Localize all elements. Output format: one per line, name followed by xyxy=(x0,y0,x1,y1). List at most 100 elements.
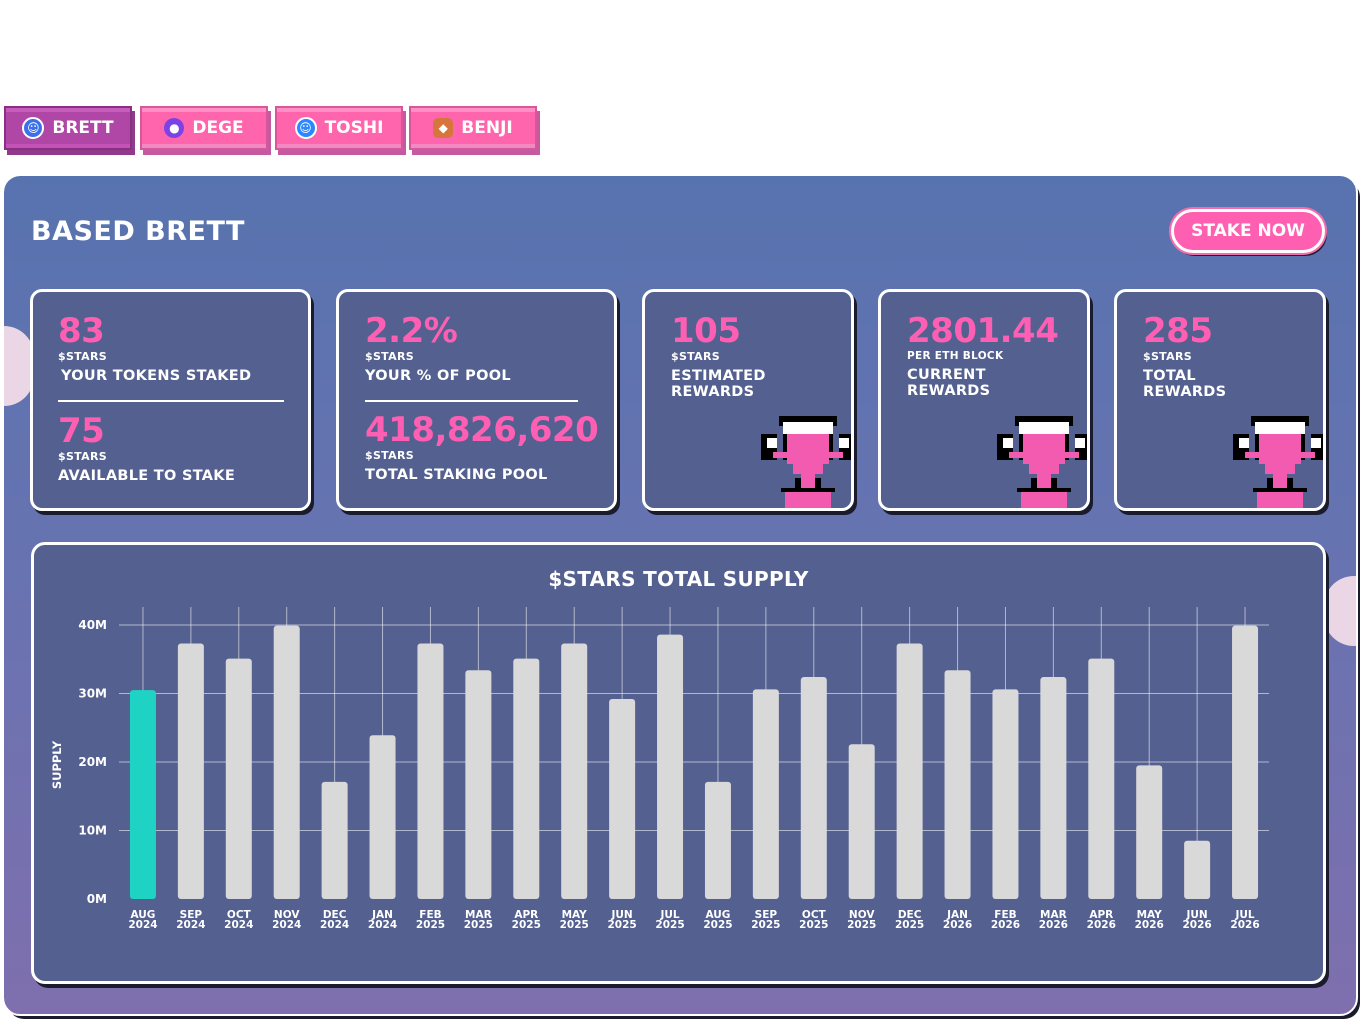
x-tick-label: 2025 xyxy=(847,919,876,931)
chart-bar xyxy=(225,658,252,899)
chart-bar xyxy=(848,744,875,899)
stake-now-button[interactable]: STAKE NOW xyxy=(1171,209,1325,253)
current-rewards-label-1: CURRENT xyxy=(907,367,986,383)
total-rewards-value: 285 xyxy=(1143,311,1213,351)
dege-token-icon: ● xyxy=(164,118,185,138)
y-tick-label: 10M xyxy=(78,824,107,838)
y-tick-label: 30M xyxy=(78,687,107,701)
chart-bar xyxy=(896,643,923,899)
chart-bar xyxy=(800,677,827,899)
x-tick-label: 2025 xyxy=(895,919,924,931)
benji-token-icon: ◆ xyxy=(433,118,454,138)
estimated-rewards-value: 105 xyxy=(671,311,741,351)
chart-bar xyxy=(992,689,1019,899)
chart-bar xyxy=(752,689,779,899)
tokens-staked-unit: $STARS xyxy=(58,350,107,363)
chart-bar xyxy=(944,670,971,899)
chart-bar xyxy=(1136,765,1163,899)
total-rewards-card: 285 $STARS TOTAL REWARDS xyxy=(1114,289,1326,511)
current-rewards-unit: PER ETH BLOCK xyxy=(907,350,1004,362)
chart-bar xyxy=(609,698,636,899)
pool-total-label: TOTAL STAKING POOL xyxy=(365,467,548,483)
x-tick-label: 2025 xyxy=(608,919,637,931)
x-tick-label: 2024 xyxy=(320,919,349,931)
y-tick-label: 20M xyxy=(78,755,107,769)
tab-toshi[interactable]: ☺ TOSHI xyxy=(275,106,403,150)
x-tick-label: 2025 xyxy=(799,919,828,931)
x-tick-label: 2025 xyxy=(703,919,732,931)
available-label: AVAILABLE TO STAKE xyxy=(58,468,236,484)
pool-pct-label: YOUR % OF POOL xyxy=(365,368,511,384)
x-tick-label: 2025 xyxy=(464,919,493,931)
tokens-staked-label: YOUR TOKENS STAKED xyxy=(61,368,252,384)
chart-bar xyxy=(129,690,156,899)
chart-bar xyxy=(177,643,204,899)
x-tick-label: 2025 xyxy=(416,919,445,931)
chart-bar xyxy=(1040,677,1067,899)
x-tick-label: 2024 xyxy=(176,919,205,931)
chart-bar xyxy=(417,643,444,899)
tokens-staked-value: 83 xyxy=(58,311,105,351)
estimated-rewards-label-1: ESTIMATED xyxy=(671,368,766,384)
available-value: 75 xyxy=(58,411,105,451)
x-tick-label: 2025 xyxy=(560,919,589,931)
chart-bar xyxy=(704,781,731,899)
page-title: BASED BRETT xyxy=(31,216,245,247)
chart-bar xyxy=(465,670,492,899)
trophy-icon xyxy=(1233,416,1323,508)
tab-toshi-label: TOSHI xyxy=(324,118,384,138)
trophy-icon xyxy=(997,416,1087,508)
tab-dege[interactable]: ● DEGE xyxy=(140,106,268,150)
x-tick-label: 2024 xyxy=(224,919,253,931)
chart-bar xyxy=(1184,840,1211,899)
available-unit: $STARS xyxy=(58,450,107,463)
x-tick-label: 2024 xyxy=(272,919,301,931)
x-tick-label: 2026 xyxy=(1039,919,1068,931)
x-tick-label: 2026 xyxy=(1230,919,1259,931)
trophy-icon xyxy=(761,416,851,508)
tokens-staked-card: 83 $STARS YOUR TOKENS STAKED 75 $STARS A… xyxy=(30,289,311,511)
brett-token-icon: ☺ xyxy=(22,117,45,139)
y-axis-title: SUPPLY xyxy=(50,740,64,789)
chart-bar xyxy=(1232,625,1259,899)
chart-bar xyxy=(321,781,348,899)
current-rewards-label-2: REWARDS xyxy=(907,383,991,399)
chart-bar xyxy=(657,634,684,899)
pool-share-card: 2.2% $STARS YOUR % OF POOL 418,826,620 $… xyxy=(336,289,617,511)
supply-chart-card: $STARS TOTAL SUPPLY 0M 10M 20M 30M 40M SUPPLY… xyxy=(31,542,1326,984)
x-tick-label: 2025 xyxy=(655,919,684,931)
pool-total-unit: $STARS xyxy=(365,449,414,462)
total-rewards-unit: $STARS xyxy=(1143,350,1192,363)
x-tick-label: 2026 xyxy=(1135,919,1164,931)
pool-pct-unit: $STARS xyxy=(365,350,414,363)
y-tick-label: 0M xyxy=(87,892,107,906)
total-rewards-label-1: TOTAL xyxy=(1143,368,1196,384)
x-tick-label: 2025 xyxy=(751,919,780,931)
staking-panel: BASED BRETT STAKE NOW 83 $STARS YOUR TOK… xyxy=(2,174,1358,1016)
current-rewards-value: 2801.44 xyxy=(907,311,1059,351)
supply-bar-chart: 0M10M20M30M40MSUPPLYAUG2024SEP2024OCT202… xyxy=(50,607,1269,931)
x-tick-label: 2026 xyxy=(943,919,972,931)
x-tick-label: 2026 xyxy=(1183,919,1212,931)
estimated-rewards-card: 105 $STARS ESTIMATED REWARDS xyxy=(642,289,854,511)
chart-bar xyxy=(1088,658,1115,899)
toshi-token-icon: ☺ xyxy=(294,117,317,139)
card-divider xyxy=(365,400,578,402)
estimated-rewards-label-2: REWARDS xyxy=(671,384,755,400)
chart-bar xyxy=(273,625,300,899)
pool-pct-value: 2.2% xyxy=(365,311,458,351)
x-tick-label: 2025 xyxy=(512,919,541,931)
x-tick-label: 2024 xyxy=(128,919,157,931)
chart-bar xyxy=(561,643,588,899)
tab-benji[interactable]: ◆ BENJI xyxy=(409,106,537,150)
tab-brett[interactable]: ☺ BRETT xyxy=(4,106,132,150)
current-rewards-card: 2801.44 PER ETH BLOCK CURRENT REWARDS xyxy=(878,289,1090,511)
tab-brett-label: BRETT xyxy=(52,118,114,138)
total-rewards-label-2: REWARDS xyxy=(1143,384,1227,400)
x-tick-label: 2024 xyxy=(368,919,397,931)
pool-total-value: 418,826,620 xyxy=(365,410,599,450)
tab-dege-label: DEGE xyxy=(192,118,244,138)
card-divider xyxy=(58,400,284,402)
tab-benji-label: BENJI xyxy=(461,118,513,138)
y-tick-label: 40M xyxy=(78,618,107,632)
